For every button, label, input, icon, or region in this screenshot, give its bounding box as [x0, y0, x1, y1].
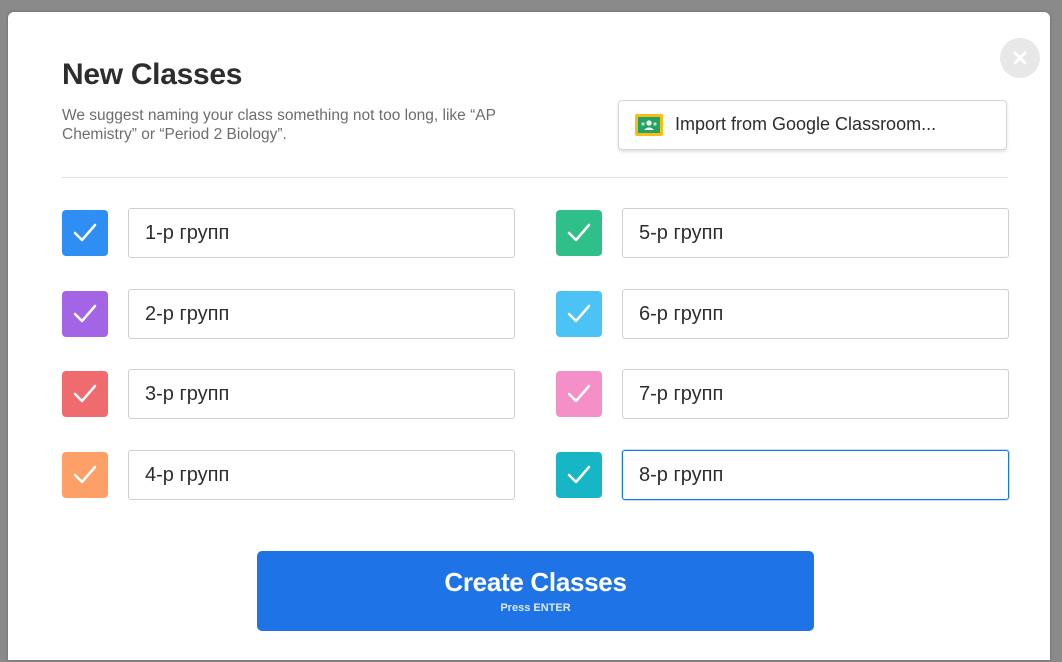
- class-2-checkbox[interactable]: [62, 291, 108, 337]
- class-1-checkbox[interactable]: [62, 210, 108, 256]
- close-icon: [1013, 51, 1027, 65]
- import-button-label: Import from Google Classroom...: [675, 114, 937, 134]
- dialog-subtitle: We suggest naming your class something n…: [62, 107, 496, 143]
- create-button-label: Create Classes: [444, 567, 627, 597]
- google-classroom-icon: [635, 114, 663, 136]
- class-4-name-input[interactable]: [128, 450, 515, 500]
- class-row-4: [62, 450, 522, 500]
- class-8-name-input[interactable]: [622, 450, 1009, 500]
- checkmark-icon: [567, 384, 591, 403]
- checkmark-icon: [73, 384, 97, 403]
- class-8-checkbox[interactable]: [556, 452, 602, 498]
- create-button-hint: Press ENTER: [500, 602, 571, 614]
- class-row-3: [62, 369, 522, 419]
- class-5-name-input[interactable]: [622, 208, 1009, 258]
- checkmark-icon: [73, 223, 97, 242]
- checkmark-icon: [73, 304, 97, 323]
- class-row-8: [556, 450, 1016, 500]
- import-google-classroom-button[interactable]: Import from Google Classroom...: [618, 100, 1007, 150]
- class-row-1: [62, 208, 522, 258]
- class-1-name-input[interactable]: [128, 208, 515, 258]
- class-6-checkbox[interactable]: [556, 291, 602, 337]
- class-7-checkbox[interactable]: [556, 371, 602, 417]
- dialog-title: New Classes: [62, 58, 243, 91]
- class-row-5: [556, 208, 1016, 258]
- class-row-2: [62, 289, 522, 339]
- divider: [62, 177, 1008, 178]
- close-button[interactable]: [1000, 38, 1040, 78]
- checkmark-icon: [567, 304, 591, 323]
- class-row-6: [556, 289, 1016, 339]
- class-row-7: [556, 369, 1016, 419]
- new-classes-dialog: New Classes We suggest naming your class…: [8, 12, 1050, 660]
- checkmark-icon: [567, 465, 591, 484]
- checkmark-icon: [73, 465, 97, 484]
- create-classes-button[interactable]: Create Classes Press ENTER: [257, 551, 814, 631]
- checkmark-icon: [567, 223, 591, 242]
- class-6-name-input[interactable]: [622, 289, 1009, 339]
- class-4-checkbox[interactable]: [62, 452, 108, 498]
- class-3-checkbox[interactable]: [62, 371, 108, 417]
- class-5-checkbox[interactable]: [556, 210, 602, 256]
- class-3-name-input[interactable]: [128, 369, 515, 419]
- class-7-name-input[interactable]: [622, 369, 1009, 419]
- class-2-name-input[interactable]: [128, 289, 515, 339]
